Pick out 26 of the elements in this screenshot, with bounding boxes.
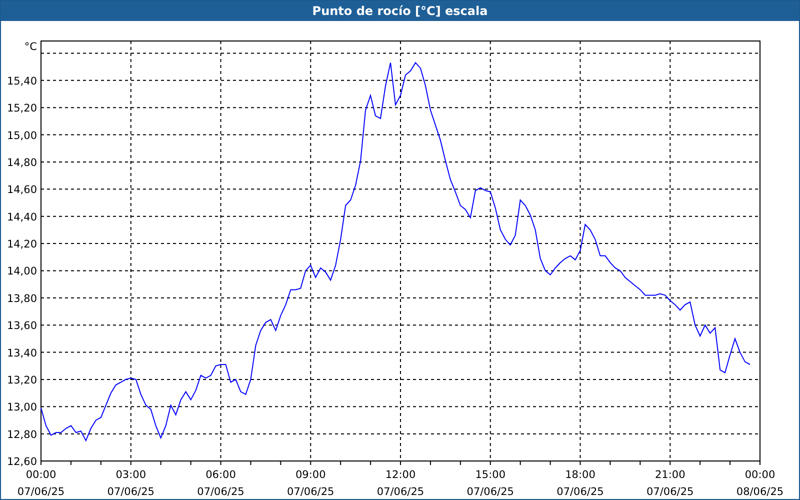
x-tick-label: 21:00 07/06/25	[646, 469, 694, 498]
y-tick-label: 13,60	[6, 320, 37, 332]
y-tick-label: 12,60	[6, 456, 37, 468]
x-tick-label: 03:00 07/06/25	[107, 469, 154, 498]
y-tick-label: 14,80	[6, 156, 37, 169]
y-tick-label: 13,00	[6, 402, 37, 414]
window-title: Punto de rocío [°C] escala	[1, 1, 799, 21]
x-tick-label: 15:00 07/06/25	[466, 469, 514, 498]
x-tick-label: 12:00 07/06/25	[376, 469, 424, 498]
x-tick-label: 06:00 07/06/25	[197, 469, 244, 498]
y-tick-label: 15,00	[6, 130, 37, 142]
y-axis-unit: °C	[24, 41, 37, 53]
y-tick-label: 13,40	[6, 347, 37, 360]
x-tick-label: 00:00 08/06/25	[736, 469, 784, 498]
y-tick-label: 12,80	[6, 428, 37, 441]
x-tick-label: 00:00 07/06/25	[17, 469, 65, 498]
y-tick-label: 14,60	[6, 184, 37, 196]
x-tick-label: 09:00 07/06/25	[287, 469, 334, 498]
y-tick-label: 15,40	[6, 75, 37, 88]
y-tick-label: 15,20	[6, 102, 37, 115]
y-tick-label: 14,20	[6, 238, 37, 251]
y-tick-label: 14,00	[6, 266, 37, 278]
y-tick-label: 13,80	[6, 292, 37, 305]
y-tick-label: 14,40	[6, 211, 37, 224]
x-tick-label: 18:00 07/06/25	[556, 469, 604, 498]
y-tick-label: 13,20	[6, 374, 37, 386]
